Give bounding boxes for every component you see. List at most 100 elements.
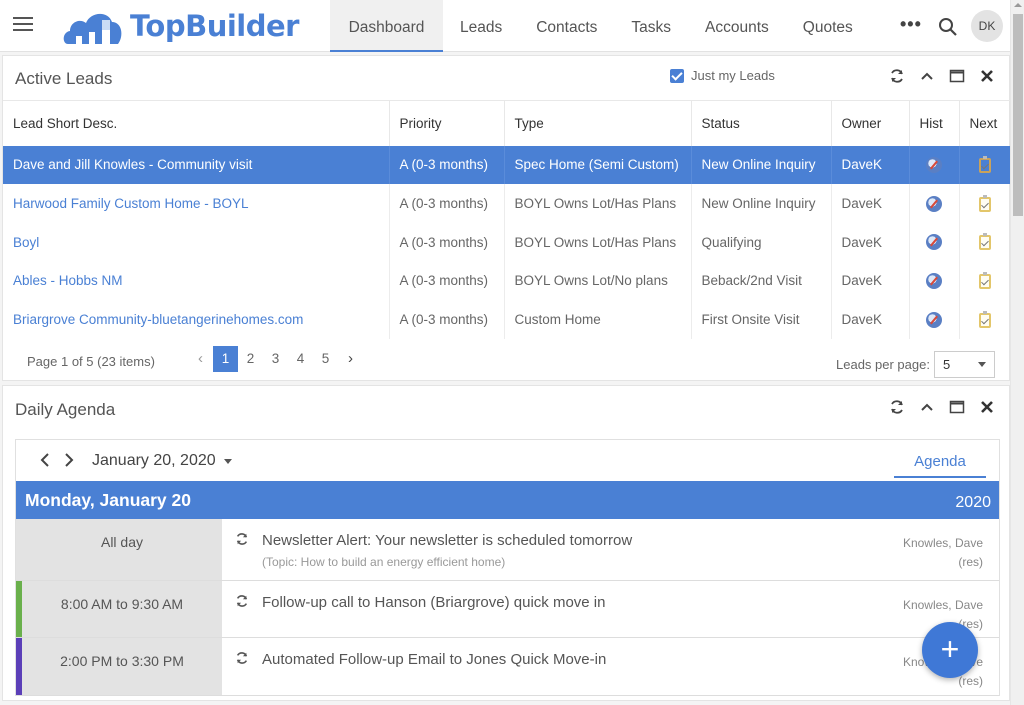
type-cell: BOYL Owns Lot/Has Plans <box>503 184 691 223</box>
column-header-hist[interactable]: Hist <box>908 100 959 146</box>
event-body[interactable]: Newsletter Alert: Your newsletter is sch… <box>222 519 999 580</box>
event-owner: Knowles, Dave (res) <box>903 534 983 572</box>
app-window: TopBuilder Dashboard Leads Contacts Task… <box>0 0 1011 705</box>
type-cell: Spec Home (Semi Custom) <box>503 145 691 185</box>
recurring-icon <box>236 595 248 607</box>
close-icon[interactable] <box>979 399 995 415</box>
event-time: 8:00 AM to 9:30 AM <box>16 581 222 637</box>
page-button-2[interactable]: 2 <box>238 346 263 372</box>
prev-page-button[interactable]: ‹ <box>188 346 213 372</box>
hamburger-menu-icon[interactable] <box>13 17 33 33</box>
column-header-next[interactable]: Next <box>958 100 1011 146</box>
refresh-icon[interactable] <box>889 68 905 84</box>
day-name: Monday, January 20 <box>25 490 191 510</box>
event-body[interactable]: Follow-up call to Hanson (Briargrove) qu… <box>222 581 999 637</box>
column-header-priority[interactable]: Priority <box>388 100 504 146</box>
agenda-event[interactable]: 2:00 PM to 3:30 PM Automated Follow-up E… <box>16 638 999 696</box>
user-avatar[interactable]: DK <box>971 10 1003 42</box>
tab-quotes[interactable]: Quotes <box>786 0 870 52</box>
scroll-up-arrow-icon[interactable] <box>1014 3 1022 7</box>
owner-note: (res) <box>958 555 983 569</box>
owner-cell: DaveK <box>830 184 909 223</box>
status-cell: New Online Inquiry <box>690 145 831 185</box>
lead-link[interactable]: Dave and Jill Knowles - Community visit <box>13 157 252 172</box>
next-action-clipboard-icon[interactable] <box>979 194 992 212</box>
maximize-icon[interactable] <box>949 399 965 415</box>
date-picker[interactable]: January 20, 2020 <box>92 452 232 470</box>
table-row[interactable]: Ables - Hobbs NM A (0-3 months) BOYL Own… <box>3 261 1011 301</box>
event-body[interactable]: Automated Follow-up Email to Jones Quick… <box>222 638 999 695</box>
cloud-house-logo-icon <box>63 13 122 44</box>
status-cell: New Online Inquiry <box>690 184 831 223</box>
daily-agenda-panel: Daily Agenda January 20, 2020 Agenda Mon… <box>2 385 1010 701</box>
table-row[interactable]: Briargrove Community-bluetangerinehomes.… <box>3 300 1011 339</box>
page-button-1[interactable]: 1 <box>213 346 238 372</box>
close-icon[interactable] <box>979 68 995 84</box>
page-button-3[interactable]: 3 <box>263 346 288 372</box>
history-compass-icon[interactable] <box>926 273 942 290</box>
next-action-clipboard-icon[interactable] <box>979 155 992 173</box>
next-action-clipboard-icon[interactable] <box>979 233 992 251</box>
agenda-event[interactable]: 8:00 AM to 9:30 AM Follow-up call to Han… <box>16 581 999 638</box>
history-compass-icon[interactable] <box>926 234 942 251</box>
history-compass-icon[interactable] <box>926 157 942 174</box>
day-year: 2020 <box>955 494 991 511</box>
table-row[interactable]: Dave and Jill Knowles - Community visit … <box>3 145 1011 185</box>
tab-accounts[interactable]: Accounts <box>688 0 786 52</box>
next-page-button[interactable]: › <box>338 346 363 372</box>
just-my-leads-checkbox[interactable]: Just my Leads <box>670 68 775 83</box>
page-button-5[interactable]: 5 <box>313 346 338 372</box>
nav-tabs: Dashboard Leads Contacts Tasks Accounts … <box>330 0 870 52</box>
page-scrollbar[interactable] <box>1010 0 1024 705</box>
lead-link[interactable]: Boyl <box>13 235 39 250</box>
column-header-owner[interactable]: Owner <box>830 100 909 146</box>
column-header-type[interactable]: Type <box>503 100 691 146</box>
lead-link[interactable]: Harwood Family Custom Home - BOYL <box>13 196 249 211</box>
history-compass-icon[interactable] <box>926 195 942 212</box>
lead-link[interactable]: Ables - Hobbs NM <box>13 273 123 288</box>
pager-nav: ‹ 1 2 3 4 5 › <box>188 346 363 372</box>
history-compass-icon[interactable] <box>926 311 942 328</box>
panel-toolbar <box>889 68 995 84</box>
agenda-event[interactable]: All day Newsletter Alert: Your newslette… <box>16 519 999 581</box>
recurring-icon <box>236 533 248 545</box>
refresh-icon[interactable] <box>889 399 905 415</box>
tab-contacts[interactable]: Contacts <box>519 0 614 52</box>
add-button[interactable]: + <box>922 622 978 678</box>
priority-cell: A (0-3 months) <box>388 184 504 223</box>
next-day-icon[interactable] <box>64 453 74 467</box>
per-page-label: Leads per page: <box>836 357 930 372</box>
owner-name: Knowles, Dave <box>902 536 983 550</box>
brand-name: TopBuilder <box>130 9 299 43</box>
table-row[interactable]: Boyl A (0-3 months) BOYL Owns Lot/Has Pl… <box>3 222 1011 262</box>
table-row[interactable]: Harwood Family Custom Home - BOYL A (0-3… <box>3 184 1011 223</box>
view-tab-agenda[interactable]: Agenda <box>894 453 986 478</box>
previous-day-icon[interactable] <box>40 453 50 467</box>
search-icon[interactable] <box>938 17 958 37</box>
collapse-icon[interactable] <box>919 399 935 415</box>
checkbox-checked-icon[interactable] <box>670 68 684 83</box>
event-title: Newsletter Alert: Your newsletter is sch… <box>262 532 633 549</box>
current-date: January 20, 2020 <box>92 452 216 469</box>
panel-toolbar <box>889 399 995 415</box>
collapse-icon[interactable] <box>919 68 935 84</box>
column-header-status[interactable]: Status <box>690 100 831 146</box>
tab-tasks[interactable]: Tasks <box>614 0 688 52</box>
next-action-clipboard-icon[interactable] <box>979 271 992 289</box>
more-menu-icon[interactable]: ••• <box>900 14 922 35</box>
priority-cell: A (0-3 months) <box>388 145 504 185</box>
active-leads-panel: Active Leads Just my Leads Lead Short De… <box>2 55 1011 381</box>
page-button-4[interactable]: 4 <box>288 346 313 372</box>
column-header-desc[interactable]: Lead Short Desc. <box>3 100 389 146</box>
event-title: Follow-up call to Hanson (Briargrove) qu… <box>262 594 606 611</box>
next-action-clipboard-icon[interactable] <box>979 310 992 328</box>
lead-link[interactable]: Briargrove Community-bluetangerinehomes.… <box>13 312 303 327</box>
per-page-select[interactable]: 5 <box>933 351 995 378</box>
tab-dashboard[interactable]: Dashboard <box>330 0 443 52</box>
event-time: 2:00 PM to 3:30 PM <box>16 638 222 695</box>
tab-leads[interactable]: Leads <box>443 0 519 52</box>
maximize-icon[interactable] <box>949 68 965 84</box>
logo[interactable]: TopBuilder <box>62 4 299 48</box>
status-cell: Beback/2nd Visit <box>690 261 831 301</box>
scroll-thumb[interactable] <box>1013 14 1023 216</box>
